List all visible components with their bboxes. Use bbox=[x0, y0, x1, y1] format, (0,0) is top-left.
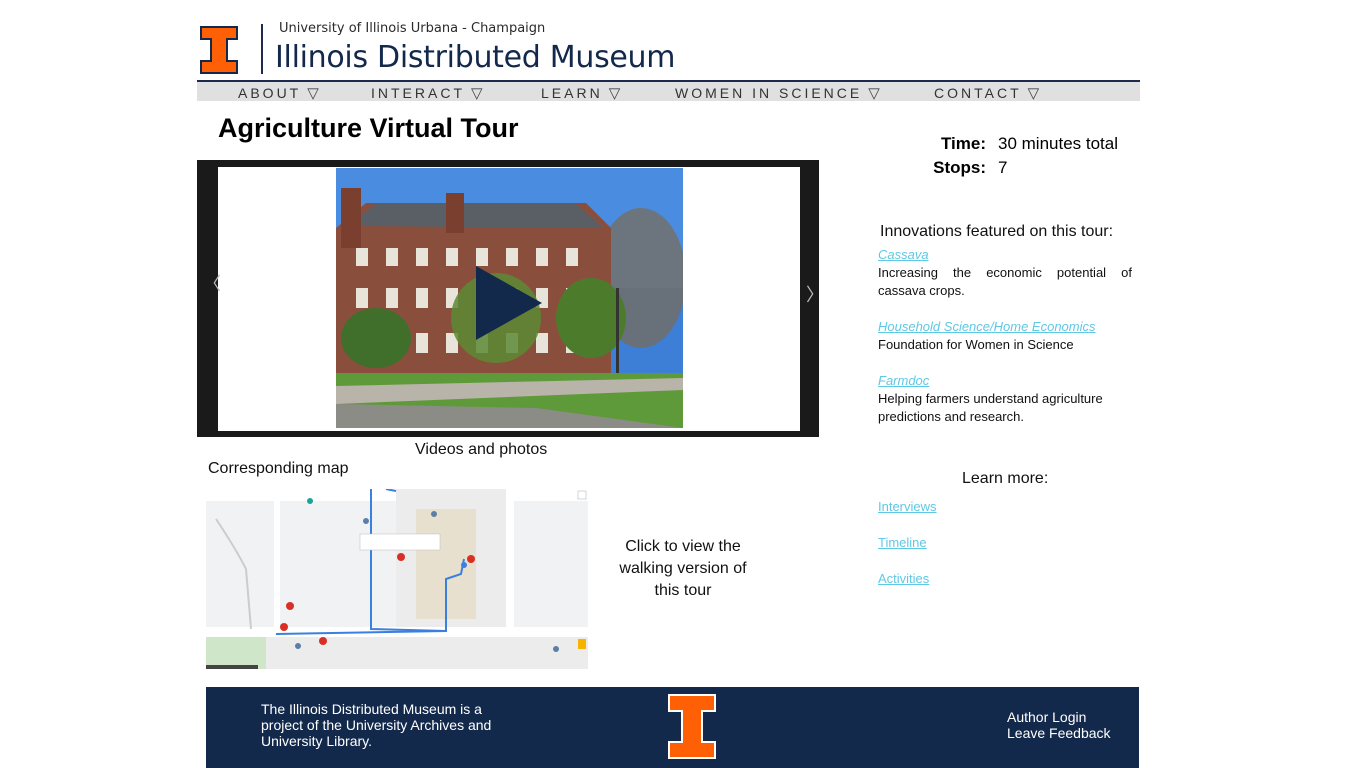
innovation-desc-farmdoc: Helping farmers understand agriculture p… bbox=[878, 391, 1103, 424]
tour-map[interactable] bbox=[206, 489, 588, 669]
illinois-footer-logo[interactable] bbox=[668, 694, 716, 759]
carousel-prev-arrow[interactable]: 〈 bbox=[203, 270, 221, 296]
nav-about-label: ABOUT bbox=[238, 85, 302, 101]
nav-learn[interactable]: LEARN ▽ bbox=[541, 84, 620, 102]
innovation-link-household-science[interactable]: Household Science/Home Economics bbox=[878, 319, 1096, 334]
time-value: 30 minutes total bbox=[998, 134, 1119, 153]
innovation-desc-household-science: Foundation for Women in Science bbox=[878, 337, 1074, 352]
main-nav: ABOUT ▽ INTERACT ▽ LEARN ▽ WOMEN IN SCIENCE… bbox=[197, 82, 1140, 102]
nav-women-in-science-label: WOMEN IN SCIENCE bbox=[675, 85, 863, 101]
triangle-down-icon: ▽ bbox=[608, 85, 621, 102]
illinois-logo[interactable] bbox=[200, 26, 238, 74]
play-icon[interactable] bbox=[476, 266, 542, 340]
innovations-heading: Innovations featured on this tour: bbox=[880, 223, 1114, 240]
walking-tour-link[interactable]: Click to view the walking version of thi… bbox=[618, 536, 748, 602]
stops-label: Stops: bbox=[933, 158, 986, 177]
triangle-down-icon: ▽ bbox=[471, 85, 483, 102]
innovation-link-cassava[interactable]: Cassava bbox=[878, 247, 929, 262]
time-label: Time: bbox=[940, 134, 986, 153]
header-divider bbox=[261, 24, 263, 74]
footer: The Illinois Distributed Museum is a pro… bbox=[206, 687, 1139, 768]
nav-contact-label: CONTACT bbox=[934, 85, 1022, 101]
nav-interact[interactable]: INTERACT ▽ bbox=[371, 84, 483, 102]
triangle-down-icon: ▽ bbox=[307, 85, 319, 102]
nav-about[interactable]: ABOUT ▽ bbox=[238, 84, 319, 102]
media-caption: Videos and photos bbox=[415, 441, 548, 458]
innovation-link-farmdoc[interactable]: Farmdoc bbox=[878, 373, 929, 388]
map-caption: Corresponding map bbox=[208, 460, 349, 477]
nav-women-in-science[interactable]: WOMEN IN SCIENCE ▽ bbox=[675, 84, 880, 102]
innovation-desc-cassava: Increasing the economic potential of cas… bbox=[878, 265, 1132, 298]
triangle-down-icon: ▽ bbox=[868, 85, 880, 102]
leave-feedback-link[interactable]: Leave Feedback bbox=[1007, 725, 1111, 741]
learn-link-interviews[interactable]: Interviews bbox=[878, 499, 937, 514]
stops-value: 7 bbox=[998, 158, 1008, 177]
site-title[interactable]: Illinois Distributed Museum bbox=[275, 40, 676, 75]
carousel-next-arrow[interactable]: 〉 bbox=[806, 281, 824, 307]
page-title: Agriculture Virtual Tour bbox=[218, 113, 519, 143]
learn-link-activities[interactable]: Activities bbox=[878, 571, 929, 586]
footer-links: Author Login Leave Feedback bbox=[1007, 709, 1111, 741]
footer-description: The Illinois Distributed Museum is a pro… bbox=[261, 701, 492, 749]
nav-learn-label: LEARN bbox=[541, 85, 603, 101]
university-name: University of Illinois Urbana - Champaig… bbox=[279, 21, 546, 36]
triangle-down-icon: ▽ bbox=[1027, 85, 1040, 102]
learn-more-heading: Learn more: bbox=[962, 470, 1049, 487]
learn-link-timeline[interactable]: Timeline bbox=[878, 535, 927, 550]
nav-contact[interactable]: CONTACT ▽ bbox=[934, 84, 1039, 102]
author-login-link[interactable]: Author Login bbox=[1007, 709, 1111, 725]
nav-interact-label: INTERACT bbox=[371, 85, 465, 101]
